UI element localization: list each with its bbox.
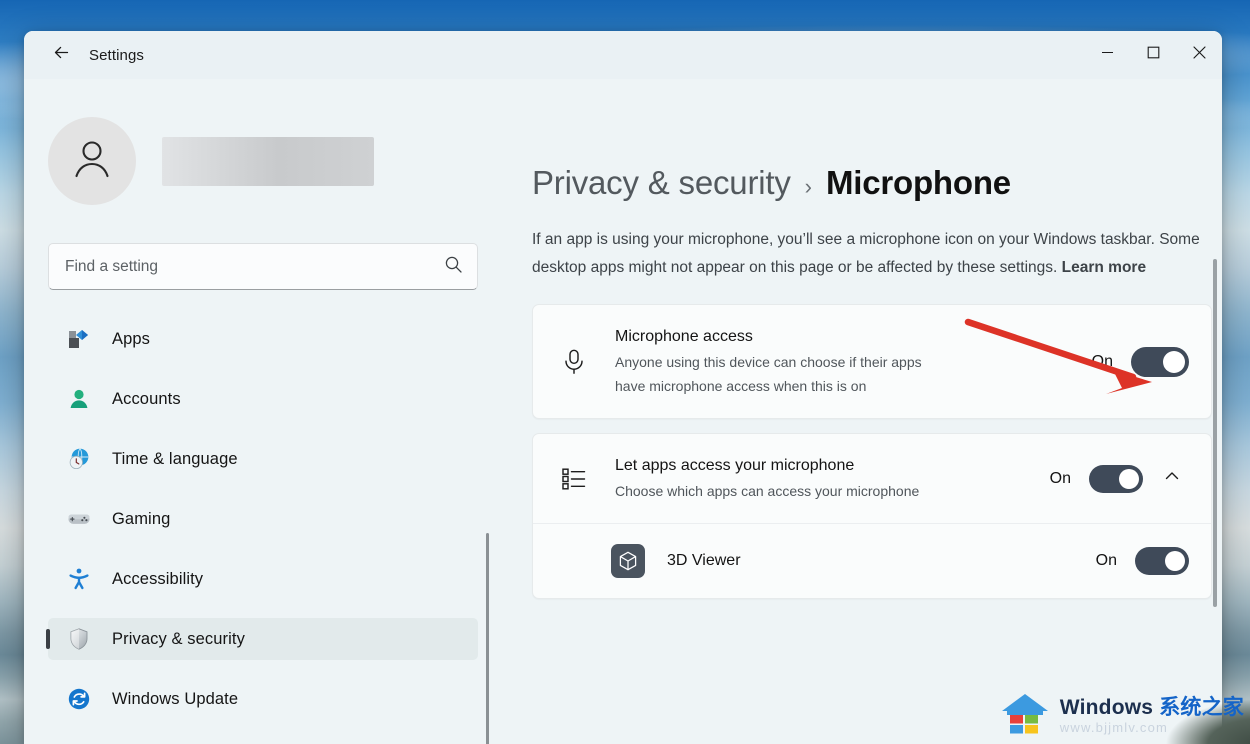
microphone-access-toggle[interactable] [1131, 346, 1189, 377]
sidebar-item-apps[interactable]: Apps [48, 318, 478, 360]
back-arrow-icon [51, 42, 72, 68]
sidebar-scrollbar[interactable] [486, 533, 489, 744]
app-toggle-3d-viewer[interactable] [1135, 547, 1189, 575]
main-scrollbar[interactable] [1213, 259, 1217, 607]
sidebar-item-label: Apps [112, 329, 151, 348]
microphone-icon [557, 348, 591, 376]
sidebar-item-accessibility[interactable]: Accessibility [48, 558, 478, 600]
time-language-icon [66, 446, 92, 472]
app-list-icon [557, 466, 591, 492]
learn-more-link[interactable]: Learn more [1062, 259, 1146, 276]
sidebar-nav: Apps Accounts Time & language Gaming Acc… [24, 318, 502, 720]
breadcrumb-parent[interactable]: Privacy & security [532, 164, 791, 202]
maximize-button[interactable] [1130, 31, 1176, 79]
apps-icon [66, 326, 92, 352]
sidebar-item-label: Accessibility [112, 569, 204, 588]
app-name-wrap: 3D Viewer [667, 549, 1096, 573]
window-titlebar: Settings [24, 31, 1222, 79]
toggle-knob [1165, 551, 1185, 571]
breadcrumb: Privacy & security › Microphone [532, 164, 1222, 202]
microphone-access-text: Microphone access Anyone using this devi… [615, 325, 1092, 398]
let-apps-access-state: On [1049, 469, 1071, 487]
search-icon[interactable] [444, 255, 463, 279]
app-row-3d-viewer[interactable]: 3D Viewer On [533, 523, 1211, 598]
avatar [48, 117, 136, 205]
toggle-knob [1119, 468, 1139, 489]
search-box[interactable] [48, 243, 478, 290]
maximize-icon [1147, 46, 1160, 64]
main-content: Privacy & security › Microphone If an ap… [502, 79, 1222, 744]
let-apps-access-row[interactable]: Let apps access your microphone Choose w… [533, 434, 1211, 523]
app-name: 3D Viewer [667, 552, 741, 569]
window-title: Settings [89, 46, 144, 64]
sidebar-item-label: Gaming [112, 509, 171, 528]
window-controls [1084, 31, 1222, 79]
window-body: Apps Accounts [24, 79, 1222, 744]
account-name-redacted [162, 136, 374, 186]
microphone-access-row[interactable]: Microphone access Anyone using this devi… [533, 305, 1211, 418]
settings-window: Settings Find a setting Apps Accounts Ti… [24, 31, 1222, 744]
sidebar-item-accounts[interactable]: Accounts [48, 378, 478, 420]
gaming-icon [66, 506, 92, 532]
let-apps-access-expander[interactable] [1155, 462, 1189, 496]
accessibility-icon [66, 566, 92, 592]
sidebar-item-label: Accounts [112, 389, 181, 408]
breadcrumb-separator-icon: › [804, 174, 812, 199]
microphone-access-title: Microphone access [615, 328, 753, 345]
minimize-button[interactable] [1084, 31, 1130, 79]
close-icon [1192, 45, 1207, 65]
cube-3d-icon [611, 544, 645, 578]
windows-update-icon [66, 686, 92, 712]
sidebar-item-label: Time & language [112, 449, 238, 468]
account-block[interactable] [48, 117, 502, 205]
chevron-up-icon [1163, 467, 1181, 490]
sidebar: Apps Accounts [24, 79, 502, 744]
microphone-access-desc: Anyone using this device can choose if t… [615, 354, 922, 394]
let-apps-access-title: Let apps access your microphone [615, 457, 855, 474]
privacy-shield-icon [66, 626, 92, 652]
toggle-knob [1163, 350, 1185, 373]
sidebar-item-gaming[interactable]: Gaming [48, 498, 478, 540]
sidebar-item-windows-update[interactable]: Windows Update [48, 678, 478, 720]
back-button[interactable] [42, 39, 80, 71]
card-microphone-access: Microphone access Anyone using this devi… [532, 304, 1212, 419]
microphone-access-state: On [1091, 352, 1113, 370]
sidebar-item-label: Windows Update [112, 689, 239, 708]
sidebar-item-label: Privacy & security [112, 629, 245, 648]
let-apps-access-text: Let apps access your microphone Choose w… [615, 454, 1050, 503]
search-input[interactable] [65, 257, 444, 276]
page-title: Microphone [825, 164, 1011, 201]
sidebar-item-time-language[interactable]: Time & language [48, 438, 478, 480]
page-description: If an app is using your microphone, you’… [532, 226, 1214, 282]
desktop-wallpaper: Settings Find a setting Apps Accounts Ti… [0, 0, 1250, 744]
close-button[interactable] [1176, 31, 1222, 79]
minimize-icon [1101, 46, 1114, 64]
person-avatar-icon [67, 134, 117, 189]
sidebar-item-privacy-security[interactable]: Privacy & security [48, 618, 478, 660]
accounts-icon [66, 386, 92, 412]
app-state: On [1095, 552, 1117, 569]
let-apps-access-toggle[interactable] [1089, 464, 1143, 493]
card-let-apps-access-microphone: Let apps access your microphone Choose w… [532, 433, 1212, 599]
let-apps-access-desc: Choose which apps can access your microp… [615, 483, 920, 499]
